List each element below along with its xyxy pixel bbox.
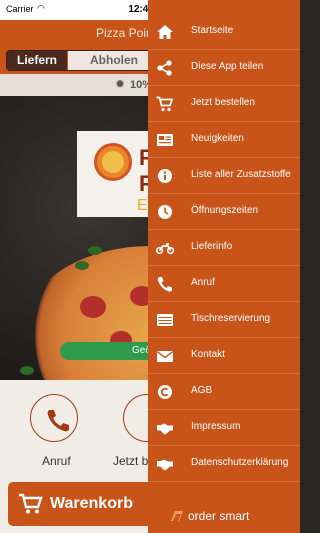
menu-item-contact[interactable]: Kontakt: [148, 338, 300, 374]
table-icon: [157, 314, 173, 326]
cart-icon: [19, 493, 43, 514]
cart-button[interactable]: Warenkorb: [8, 482, 168, 526]
menu-label-imprint: Impressum: [191, 421, 241, 432]
handshake-icon: [157, 423, 173, 435]
tab-deliver[interactable]: Liefern: [7, 51, 67, 70]
share-icon: [157, 60, 172, 76]
menu-item-share[interactable]: Diese App teilen: [148, 50, 300, 86]
menu-label-call: Anruf: [191, 277, 215, 288]
menu-item-news[interactable]: Neuigkeiten: [148, 122, 300, 158]
menu-label-order: Jetzt bestellen: [191, 97, 255, 108]
cart-label: Warenkorb: [50, 495, 133, 512]
menu-label-privacy: Datenschutzerklärung: [191, 457, 289, 468]
envelope-icon: [157, 351, 173, 362]
brand-name: order smart: [188, 509, 250, 523]
menu-label-opening-hours: Öffnungszeiten: [191, 205, 259, 216]
info-icon: [158, 169, 172, 183]
menu-item-order[interactable]: Jetzt bestellen: [148, 86, 300, 122]
menu-label-additives: Liste aller Zusatzstoffe: [191, 169, 291, 180]
call-action-button[interactable]: [30, 394, 78, 442]
home-icon: [157, 25, 173, 39]
menu-item-privacy[interactable]: Datenschutzerklärung: [148, 446, 300, 482]
menu-item-call[interactable]: Anruf: [148, 266, 300, 302]
open-status-badge: Geö: [60, 342, 160, 360]
phone-icon: [47, 410, 69, 432]
menu-item-terms[interactable]: AGB: [148, 374, 300, 410]
motorcycle-icon: [156, 243, 174, 255]
pizza-pin-icon: [94, 143, 132, 181]
menu-label-home: Startseite: [191, 25, 234, 36]
order-smart-logo: order smart: [170, 509, 249, 523]
menu-item-additives[interactable]: Liste aller Zusatzstoffe: [148, 158, 300, 194]
menu-label-table-reservation: Tischreservierung: [191, 313, 271, 324]
order-smart-mark-icon: [171, 511, 183, 521]
menu-label-share: Diese App teilen: [191, 61, 264, 72]
navigation-drawer: Startseite Diese App teilen Jetzt bestel…: [148, 0, 300, 533]
menu-item-table-reservation[interactable]: Tischreservierung: [148, 302, 300, 338]
menu-label-news: Neuigkeiten: [191, 133, 244, 144]
phone-icon: [157, 277, 172, 292]
menu-item-delivery-info[interactable]: Lieferinfo: [148, 230, 300, 266]
app-title: Pizza Poin: [96, 26, 153, 40]
menu-label-delivery-info: Lieferinfo: [191, 241, 233, 252]
clock-icon: [158, 205, 172, 219]
menu-item-opening-hours[interactable]: Öffnungszeiten: [148, 194, 300, 230]
menu-item-home[interactable]: Startseite: [148, 14, 300, 50]
order-action-label: Jetzt b: [113, 454, 149, 468]
call-action-label: Anruf: [42, 454, 71, 468]
menu-label-contact: Kontakt: [191, 349, 225, 360]
copyright-icon: [158, 385, 172, 399]
handshake-icon: [157, 459, 173, 471]
cart-icon: [156, 96, 174, 112]
menu-label-terms: AGB: [191, 385, 213, 396]
newspaper-icon: [157, 134, 173, 146]
badge-icon: ✹: [115, 77, 126, 91]
menu-item-imprint[interactable]: Impressum: [148, 410, 300, 446]
